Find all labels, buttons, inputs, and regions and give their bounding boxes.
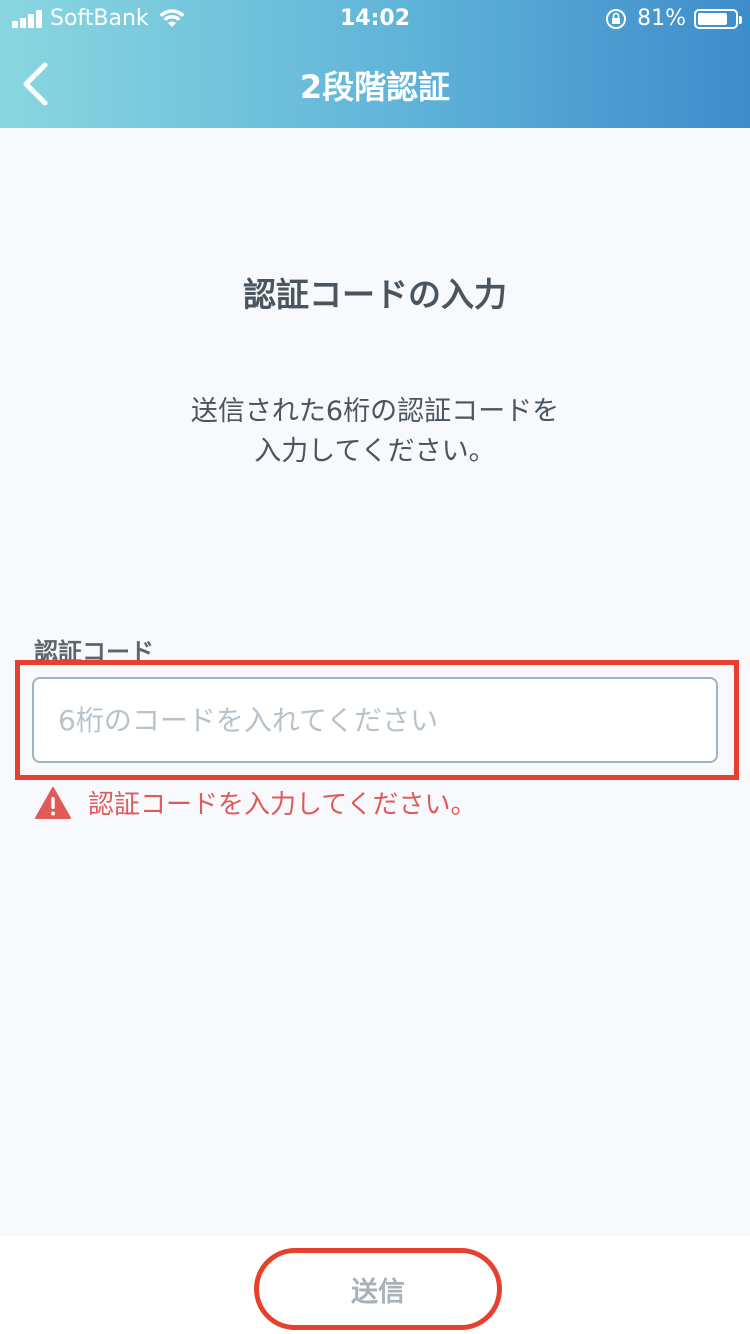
battery-percent: 81%	[637, 6, 686, 31]
section-heading: 認証コードの入力	[243, 275, 507, 314]
rotation-lock-icon	[606, 8, 627, 29]
battery-cap	[739, 15, 742, 24]
submit-button[interactable]: 送信	[266, 1258, 490, 1320]
instruction-line-2: 入力してください。	[254, 436, 496, 467]
warning-icon	[35, 786, 71, 819]
navigation-header: SoftBank 14:02 81% 2段階認証	[0, 0, 750, 128]
status-right: 81%	[605, 6, 742, 31]
page-title: 2段階認証	[299, 68, 451, 106]
error-message-row: 認証コードを入力してください。	[34, 784, 476, 821]
battery-icon	[694, 8, 742, 29]
verification-code-input[interactable]	[32, 677, 718, 763]
instruction-line-1: 送信された6桁の認証コードを	[190, 396, 560, 427]
battery-fill	[698, 12, 727, 25]
instruction-text: 送信された6桁の認証コードを 入力してください。	[0, 392, 750, 472]
error-message: 認証コードを入力してください。	[88, 790, 477, 820]
status-bar: SoftBank 14:02 81%	[0, 0, 750, 40]
